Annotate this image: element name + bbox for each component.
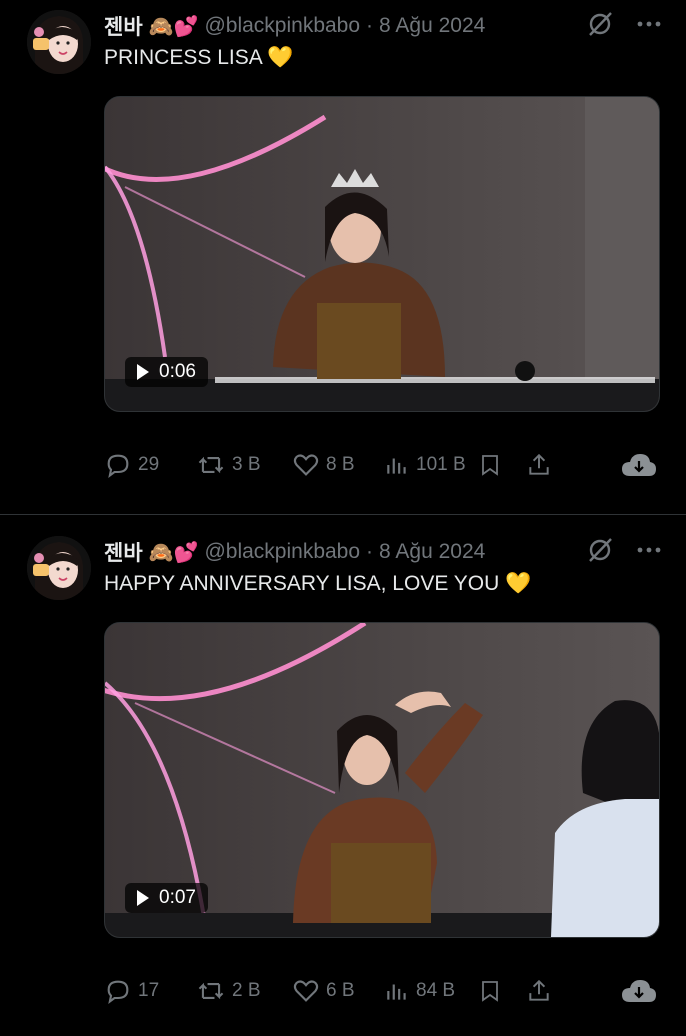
like-button[interactable]: 6 B (292, 977, 355, 1005)
tweet-text-body: PRINCESS LISA (104, 46, 262, 69)
video-player[interactable]: 0:07 (104, 622, 660, 938)
video-duration: 0:06 (159, 361, 196, 382)
reply-button[interactable]: 29 (104, 451, 159, 479)
bookmark-button[interactable] (478, 977, 502, 1005)
author-name[interactable]: 젠바 (104, 537, 143, 567)
tweet-text-body: HAPPY ANNIVERSARY LISA, LOVE YOU (104, 572, 500, 595)
heart-icon (293, 454, 319, 476)
author-emojis: 🙈💕 (148, 15, 199, 38)
tweet[interactable]: 젠바 🙈💕 @blackpinkbabo · 8 Ağu 2024 HAPPY … (0, 526, 686, 1036)
avatar[interactable] (27, 536, 91, 600)
heart-icon (293, 980, 319, 1002)
tweet-date[interactable]: 8 Ağu 2024 (379, 540, 485, 564)
author-emojis: 🙈💕 (148, 541, 199, 564)
tweet-text: PRINCESS LISA 💛 (104, 46, 294, 70)
yellow-heart-emoji: 💛 (267, 46, 294, 69)
action-bar: 17 2 B 6 B 84 B (104, 974, 658, 1008)
reply-icon (107, 454, 129, 478)
share-button[interactable] (526, 451, 552, 479)
grok-icon[interactable] (586, 10, 614, 43)
bookmark-button[interactable] (478, 451, 502, 479)
tweet-divider (0, 514, 686, 515)
retweet-icon (198, 982, 224, 1000)
retweet-count: 3 B (232, 454, 261, 475)
retweet-button[interactable]: 2 B (196, 977, 261, 1005)
separator: · (366, 14, 374, 37)
tweet-text: HAPPY ANNIVERSARY LISA, LOVE YOU 💛 (104, 572, 531, 596)
tweet-header: 젠바 🙈💕 @blackpinkbabo · 8 Ağu 2024 (104, 538, 485, 566)
share-button[interactable] (526, 977, 552, 1005)
tweet-header-icons (586, 10, 662, 43)
video-player[interactable]: 0:06 (104, 96, 660, 412)
tweet-date[interactable]: 8 Ağu 2024 (379, 14, 485, 38)
play-icon[interactable] (137, 364, 149, 380)
retweet-count: 2 B (232, 980, 261, 1001)
tweet[interactable]: 젠바 🙈💕 @blackpinkbabo · 8 Ağu 2024 PRINCE… (0, 0, 686, 510)
video-duration: 0:07 (159, 887, 196, 908)
video-duration-badge[interactable]: 0:06 (125, 357, 208, 387)
download-cloud-icon (622, 454, 656, 476)
view-count: 101 B (416, 454, 466, 475)
avatar[interactable] (27, 10, 91, 74)
like-count: 6 B (326, 980, 355, 1001)
play-icon[interactable] (137, 890, 149, 906)
yellow-heart-emoji: 💛 (505, 572, 532, 595)
author-handle[interactable]: @blackpinkbabo (204, 540, 360, 564)
views-icon (387, 458, 406, 474)
author-name[interactable]: 젠바 (104, 11, 143, 41)
bookmark-icon (482, 455, 498, 476)
bookmark-icon (482, 981, 498, 1002)
reply-icon (107, 980, 129, 1004)
retweet-button[interactable]: 3 B (196, 451, 261, 479)
video-duration-badge[interactable]: 0:07 (125, 883, 208, 913)
separator: · (366, 540, 374, 563)
share-icon (529, 453, 549, 475)
reply-button[interactable]: 17 (104, 977, 159, 1005)
views-icon (387, 984, 406, 1000)
grok-icon[interactable] (586, 536, 614, 569)
author-handle[interactable]: @blackpinkbabo (204, 14, 360, 38)
tweet-header: 젠바 🙈💕 @blackpinkbabo · 8 Ağu 2024 (104, 12, 485, 40)
action-bar: 29 3 B 8 B 101 B (104, 448, 658, 482)
reply-count: 17 (138, 980, 160, 1001)
views-button[interactable]: 101 B (384, 451, 466, 479)
views-button[interactable]: 84 B (384, 977, 455, 1005)
like-button[interactable]: 8 B (292, 451, 355, 479)
more-icon[interactable] (636, 10, 662, 43)
tweet-header-icons (586, 536, 662, 569)
view-count: 84 B (416, 980, 456, 1001)
share-icon (529, 979, 549, 1001)
download-button[interactable] (620, 976, 658, 1011)
download-cloud-icon (622, 980, 656, 1002)
like-count: 8 B (326, 454, 355, 475)
more-icon[interactable] (636, 536, 662, 569)
retweet-icon (198, 456, 224, 474)
download-button[interactable] (620, 450, 658, 485)
reply-count: 29 (138, 454, 160, 475)
